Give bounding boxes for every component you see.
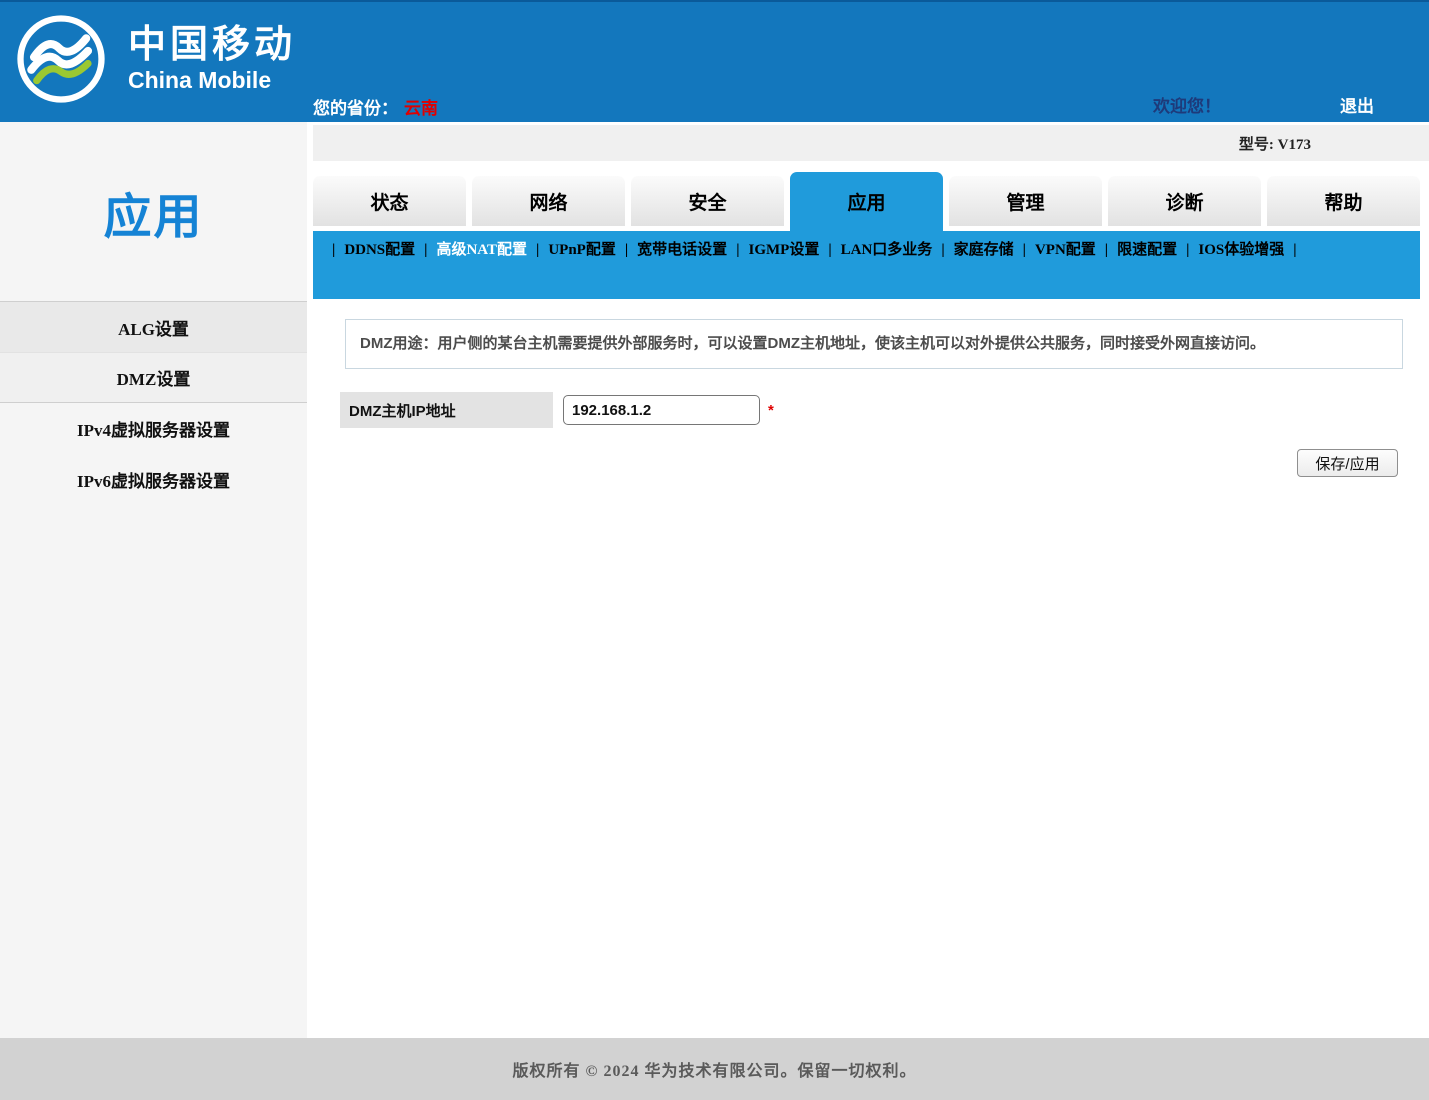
sidebar-item-alg-settings[interactable]: ALG设置: [0, 301, 307, 352]
model-label: 型号: V173: [1239, 133, 1311, 154]
sidebar-menu: ALG设置DMZ设置IPv4虚拟服务器设置IPv6虚拟服务器设置: [0, 301, 307, 505]
subnav-separator: |: [736, 242, 739, 258]
main-column: 型号: V173 状态网络安全应用管理诊断帮助 |DDNS配置|高级NAT配置|…: [313, 122, 1429, 1038]
required-asterisk: *: [768, 402, 774, 419]
tab-application[interactable]: 应用: [790, 172, 943, 231]
subnav-item-igmp-settings[interactable]: IGMP设置: [749, 242, 820, 258]
welcome-text: 欢迎您！: [1153, 92, 1221, 117]
sidebar-item-ipv4-virtual-server-settings[interactable]: IPv4虚拟服务器设置: [0, 403, 307, 454]
subnav-separator: |: [536, 242, 539, 258]
body-row: 应用 ALG设置DMZ设置IPv4虚拟服务器设置IPv6虚拟服务器设置 型号: …: [0, 122, 1429, 1038]
sidebar-title: 应用: [103, 177, 203, 247]
save-apply-button[interactable]: 保存/应用: [1297, 449, 1398, 477]
subnav-item-lan-multi-service[interactable]: LAN口多业务: [841, 242, 933, 258]
subnav-separator: |: [1105, 242, 1108, 258]
tab-status[interactable]: 状态: [313, 176, 466, 226]
subnav-separator: |: [1293, 242, 1296, 258]
subnav-separator: |: [332, 242, 335, 258]
button-row: 保存/应用: [313, 449, 1429, 477]
province-indicator: 您的省份： 云南: [313, 94, 438, 119]
copyright-text: 版权所有 © 2024 华为技术有限公司。保留一切权利。: [513, 1057, 917, 1081]
china-mobile-logo: 中国移动 China Mobile: [16, 14, 296, 104]
subnav-item-upnp-config[interactable]: UPnP配置: [548, 242, 616, 258]
top-header: 中国移动 China Mobile 您的省份： 云南 欢迎您！ 退出: [0, 0, 1429, 122]
subnav-item-broadband-phone-settings[interactable]: 宽带电话设置: [637, 242, 727, 258]
tabs-spacer: [313, 161, 1429, 172]
subnav-separator: |: [625, 242, 628, 258]
sidebar-item-ipv6-virtual-server-settings[interactable]: IPv6虚拟服务器设置: [0, 454, 307, 505]
subnav-item-ddns-config[interactable]: DDNS配置: [344, 242, 415, 258]
subnav-separator: |: [1186, 242, 1189, 258]
router-admin-page: 中国移动 China Mobile 您的省份： 云南 欢迎您！ 退出 应用 ALG…: [0, 0, 1429, 1100]
tab-network[interactable]: 网络: [472, 176, 625, 226]
subnav-item-ios-experience-enhance[interactable]: IOS体验增强: [1198, 242, 1284, 258]
subnav-separator: |: [1023, 242, 1026, 258]
sub-navigation: | DDNS配置 | 高级NAT配置 | UPnP配置 | 宽带电话设置 | IGMP设置 | LAN…: [313, 231, 1420, 299]
subnav-separator: |: [828, 242, 831, 258]
dmz-description-box: DMZ用途：用户侧的某台主机需要提供外部服务时，可以设置DMZ主机地址，使该主机…: [345, 319, 1403, 369]
tab-help[interactable]: 帮助: [1267, 176, 1420, 226]
tab-diagnosis[interactable]: 诊断: [1108, 176, 1261, 226]
tab-security[interactable]: 安全: [631, 176, 784, 226]
sidebar-item-dmz-settings[interactable]: DMZ设置: [0, 352, 307, 403]
dmz-description-text: DMZ用途：用户侧的某台主机需要提供外部服务时，可以设置DMZ主机地址，使该主机…: [360, 335, 1265, 352]
logo-en-text: China Mobile: [128, 67, 296, 93]
logo-cn-text: 中国移动: [128, 25, 296, 67]
province-link[interactable]: 云南: [404, 99, 438, 118]
subnav-separator: |: [941, 242, 944, 258]
dmz-host-ip-input[interactable]: [563, 395, 760, 425]
model-bar: 型号: V173: [313, 125, 1429, 161]
province-label: 您的省份：: [313, 99, 398, 118]
logout-button[interactable]: 退出: [1340, 92, 1374, 117]
dmz-host-ip-row: DMZ主机IP地址 *: [340, 392, 1429, 428]
footer: 版权所有 © 2024 华为技术有限公司。保留一切权利。: [0, 1038, 1429, 1100]
subnav-item-vpn-config[interactable]: VPN配置: [1035, 242, 1096, 258]
dmz-host-ip-label: DMZ主机IP地址: [340, 392, 553, 428]
tab-management[interactable]: 管理: [949, 176, 1102, 226]
content-area: DMZ用途：用户侧的某台主机需要提供外部服务时，可以设置DMZ主机地址，使该主机…: [313, 299, 1429, 1038]
sidebar: 应用 ALG设置DMZ设置IPv4虚拟服务器设置IPv6虚拟服务器设置: [0, 122, 307, 1038]
subnav-item-advanced-nat-config[interactable]: 高级NAT配置: [436, 242, 527, 258]
sidebar-title-block: 应用: [0, 122, 307, 301]
subnav-item-rate-limit-config[interactable]: 限速配置: [1117, 242, 1177, 258]
china-mobile-logo-icon: [16, 14, 106, 104]
main-tabs: 状态网络安全应用管理诊断帮助: [313, 172, 1429, 231]
subnav-item-home-storage[interactable]: 家庭存储: [954, 242, 1014, 258]
china-mobile-logo-text: 中国移动 China Mobile: [128, 25, 296, 93]
subnav-separator: |: [424, 242, 427, 258]
